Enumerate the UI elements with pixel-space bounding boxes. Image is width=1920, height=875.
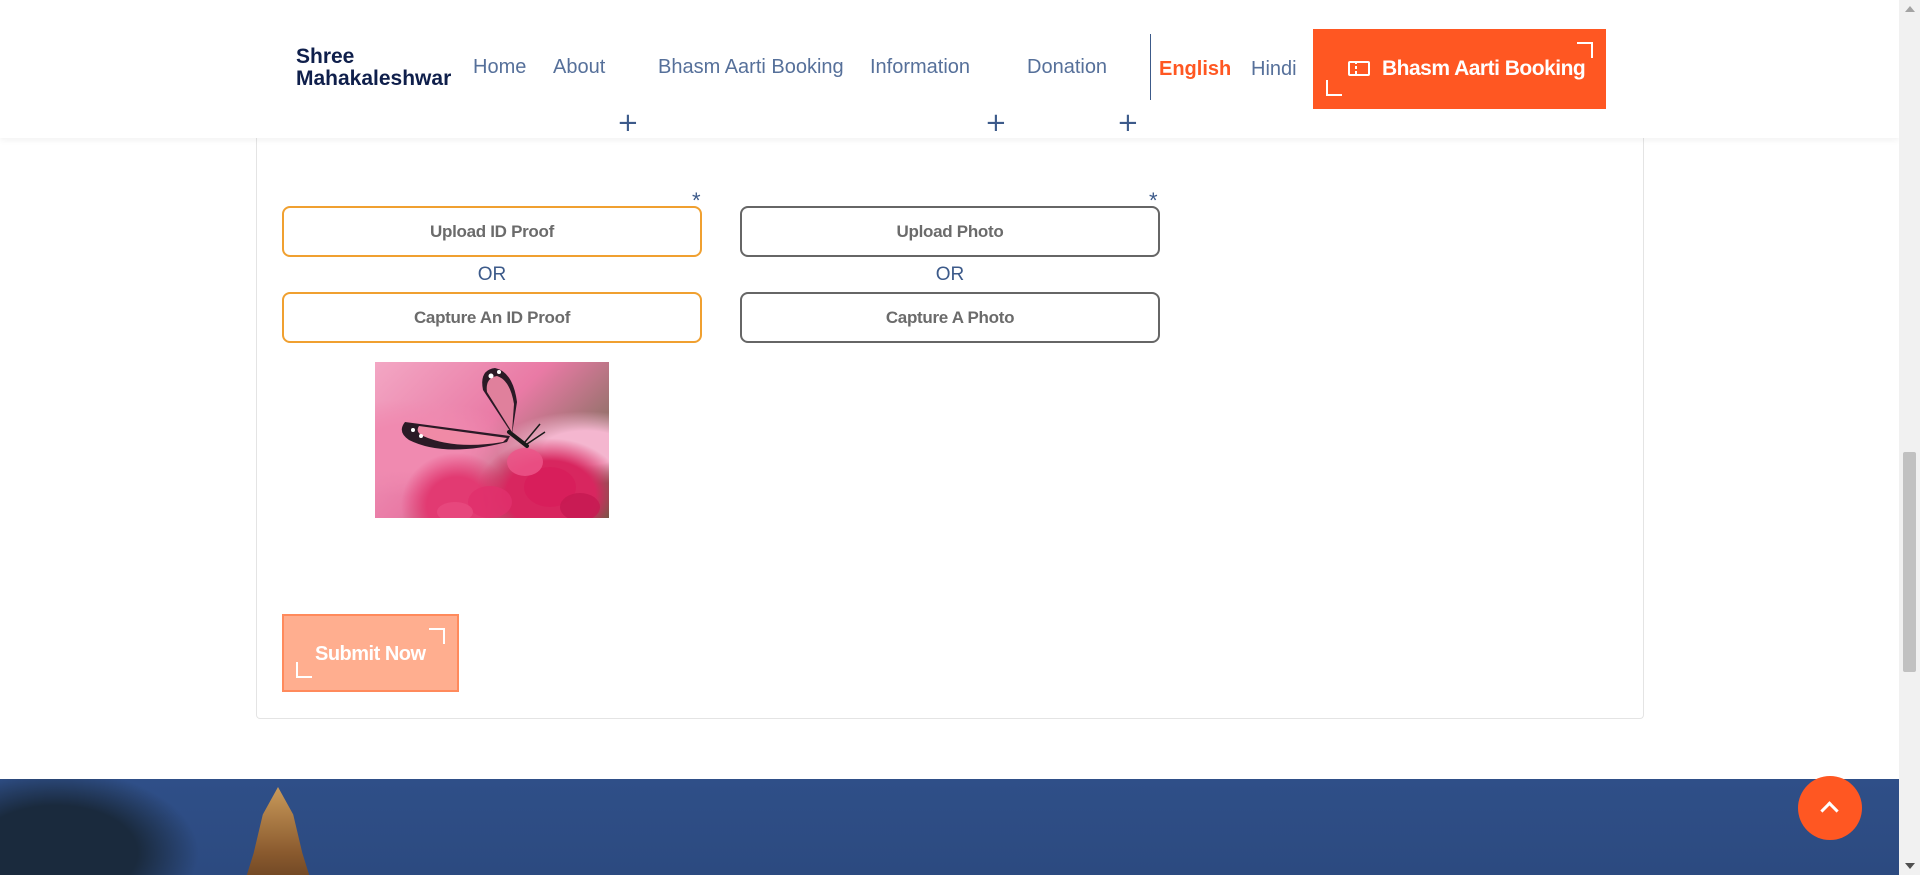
tree-silhouette xyxy=(0,779,200,875)
nav-about[interactable]: About xyxy=(553,56,605,80)
corner-decoration xyxy=(1326,80,1342,96)
scroll-down-arrow-icon[interactable] xyxy=(1905,863,1915,869)
nav-information[interactable]: Information xyxy=(870,56,970,80)
nav-home[interactable]: Home xyxy=(473,56,526,80)
page-scrollbar[interactable] xyxy=(1899,0,1920,875)
chevron-up-icon xyxy=(1820,801,1839,820)
photo-or-label: OR xyxy=(935,264,965,285)
logo-line-1: Shree xyxy=(296,45,355,68)
capture-photo-button[interactable]: Capture A Photo xyxy=(740,292,1160,343)
upload-photo-button[interactable]: Upload Photo xyxy=(740,206,1160,257)
nav-divider xyxy=(1150,34,1151,100)
scroll-up-arrow-icon[interactable] xyxy=(1905,6,1915,12)
submit-label: Submit Now xyxy=(315,643,426,665)
butterfly-image xyxy=(401,368,600,518)
scrollbar-thumb[interactable] xyxy=(1903,452,1916,672)
ticket-icon xyxy=(1348,61,1370,76)
id-proof-preview-image xyxy=(375,362,609,518)
logo-line-2: Mahakaleshwar xyxy=(296,67,452,90)
id-proof-or-label: OR xyxy=(477,264,507,285)
about-expand-plus-icon[interactable]: + xyxy=(617,110,639,136)
information-expand-plus-icon[interactable]: + xyxy=(985,110,1007,136)
corner-decoration xyxy=(296,662,312,678)
corner-decoration xyxy=(1577,42,1593,58)
site-header: Shree Mahakaleshwar Home About + Bhasm A… xyxy=(0,0,1899,138)
upload-id-proof-button[interactable]: Upload ID Proof xyxy=(282,206,702,257)
footer-temple-banner xyxy=(0,779,1899,875)
cta-label: Bhasm Aarti Booking xyxy=(1382,57,1586,80)
corner-decoration xyxy=(429,628,445,644)
language-english[interactable]: English xyxy=(1159,58,1231,81)
language-hindi[interactable]: Hindi xyxy=(1251,58,1297,81)
bhasm-aarti-booking-button[interactable]: Bhasm Aarti Booking xyxy=(1313,29,1606,109)
site-logo[interactable]: Shree Mahakaleshwar xyxy=(296,46,451,90)
nav-donation[interactable]: Donation xyxy=(1027,56,1107,80)
scroll-to-top-button[interactable] xyxy=(1798,776,1862,840)
submit-now-button[interactable]: Submit Now xyxy=(282,614,459,692)
donation-expand-plus-icon[interactable]: + xyxy=(1117,110,1139,136)
capture-id-proof-button[interactable]: Capture An ID Proof xyxy=(282,292,702,343)
nav-bhasm-aarti-booking[interactable]: Bhasm Aarti Booking xyxy=(658,56,844,80)
temple-shikhara-image xyxy=(240,787,316,875)
